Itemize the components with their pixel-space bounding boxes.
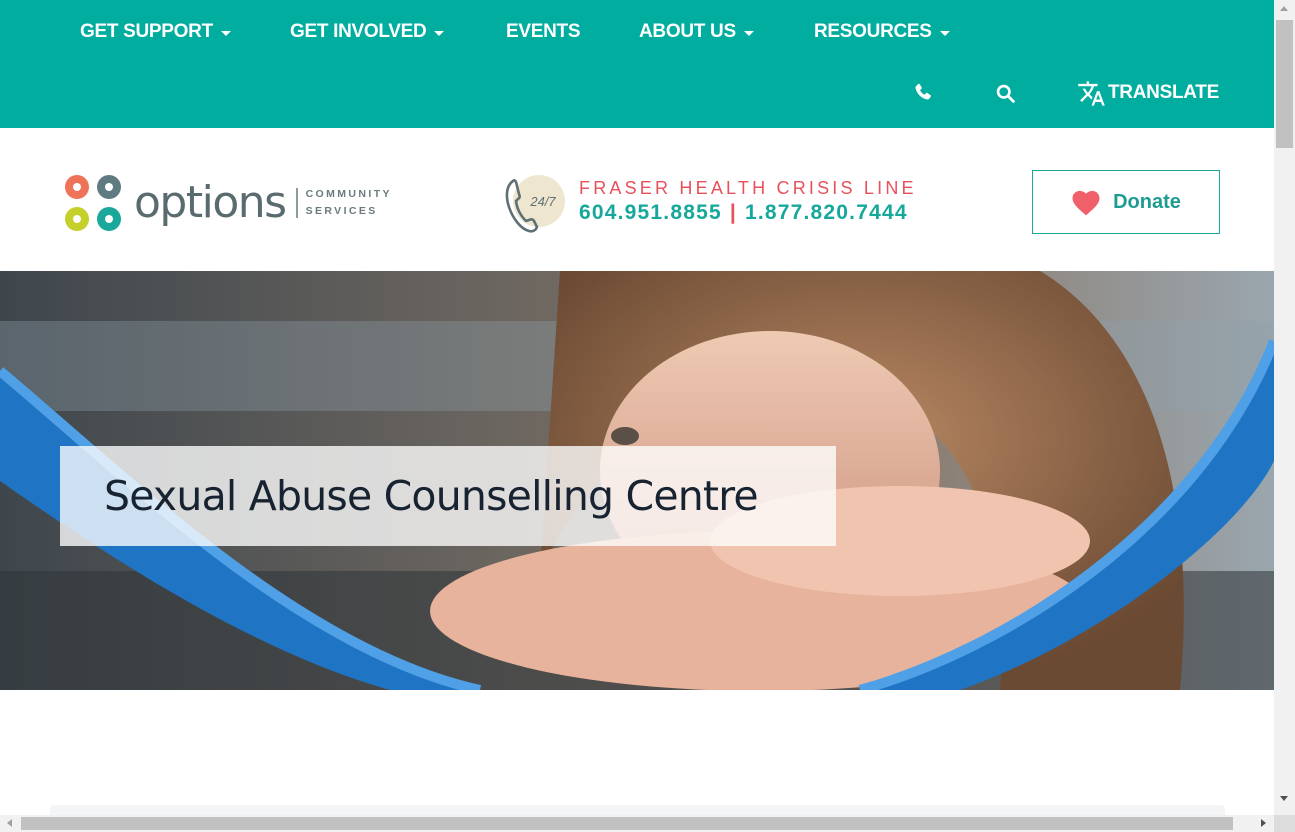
nav-label: GET INVOLVED xyxy=(290,21,427,42)
scroll-up-arrow-icon[interactable] xyxy=(1280,6,1288,11)
vertical-scroll-thumb[interactable] xyxy=(1276,20,1293,148)
horizontal-scrollbar[interactable] xyxy=(0,815,1274,832)
phone-separator: | xyxy=(729,201,737,224)
horizontal-scroll-thumb[interactable] xyxy=(21,817,1233,830)
nav-get-involved[interactable]: GET INVOLVED xyxy=(290,19,445,45)
scroll-down-arrow-icon[interactable] xyxy=(1280,796,1288,801)
logo-wordmark: options xyxy=(134,177,287,228)
scrollbar-corner xyxy=(1274,815,1295,832)
options-logo[interactable]: options COMMUNITY SERVICES xyxy=(62,172,392,234)
translate-icon xyxy=(1078,80,1105,106)
nav-get-support[interactable]: GET SUPPORT xyxy=(80,19,231,45)
nav-about-us[interactable]: ABOUT US xyxy=(639,19,754,45)
nav-resources[interactable]: RESOURCES xyxy=(814,19,950,45)
crisis-badge: 24/7 xyxy=(529,194,556,209)
crisis-phone-icon: 24/7 xyxy=(503,171,567,235)
crisis-text: FRASER HEALTH CRISIS LINE 604.951.8855 | 1… xyxy=(579,178,917,228)
heart-icon xyxy=(1072,190,1100,215)
page-title: Sexual Abuse Counselling Centre xyxy=(104,472,759,520)
crisis-title: FRASER HEALTH CRISIS LINE xyxy=(579,178,917,198)
translate-button[interactable]: TRANSLATE xyxy=(1077,80,1219,106)
vertical-scrollbar[interactable] xyxy=(1274,0,1295,815)
caret-down-icon xyxy=(743,30,754,36)
caret-down-icon xyxy=(434,30,445,36)
site-header: options COMMUNITY SERVICES 24/7 FRASER H… xyxy=(0,128,1274,271)
phone-icon xyxy=(915,83,931,100)
nav-label: GET SUPPORT xyxy=(80,21,213,42)
logo-sub-line2: SERVICES xyxy=(305,205,378,217)
crisis-phone-2[interactable]: 1.877.820.7444 xyxy=(745,201,908,224)
phone-button[interactable] xyxy=(912,80,934,106)
nav-events[interactable]: EVENTS xyxy=(506,19,581,45)
crisis-phone-1[interactable]: 604.951.8855 xyxy=(579,201,722,224)
scroll-left-arrow-icon[interactable] xyxy=(7,819,12,827)
logo-divider xyxy=(295,188,298,218)
nav-label: RESOURCES xyxy=(814,21,932,42)
caret-down-icon xyxy=(939,30,950,36)
search-button[interactable] xyxy=(995,80,1016,106)
nav-label: EVENTS xyxy=(506,21,581,42)
donate-label: Donate xyxy=(1113,190,1181,213)
nav-label: ABOUT US xyxy=(639,21,736,42)
content-card xyxy=(50,805,1225,815)
search-icon xyxy=(996,84,1015,103)
scroll-right-arrow-icon[interactable] xyxy=(1261,819,1266,827)
logo-subtitle: COMMUNITY SERVICES xyxy=(306,186,392,220)
logo-mark-icon xyxy=(65,175,121,231)
caret-down-icon xyxy=(220,30,231,36)
top-navigation-bar: GET SUPPORT GET INVOLVED EVENTS ABOUT US… xyxy=(0,0,1274,128)
logo-sub-line1: COMMUNITY xyxy=(305,188,392,200)
crisis-phones: 604.951.8855 | 1.877.820.7444 xyxy=(579,198,917,228)
crisis-line-block: 24/7 FRASER HEALTH CRISIS LINE 604.951.8… xyxy=(503,171,917,235)
hero-banner: Sexual Abuse Counselling Centre xyxy=(0,271,1274,690)
translate-label: TRANSLATE xyxy=(1108,82,1219,103)
hero-title-box: Sexual Abuse Counselling Centre xyxy=(60,446,836,546)
donate-button[interactable]: Donate xyxy=(1032,170,1220,234)
